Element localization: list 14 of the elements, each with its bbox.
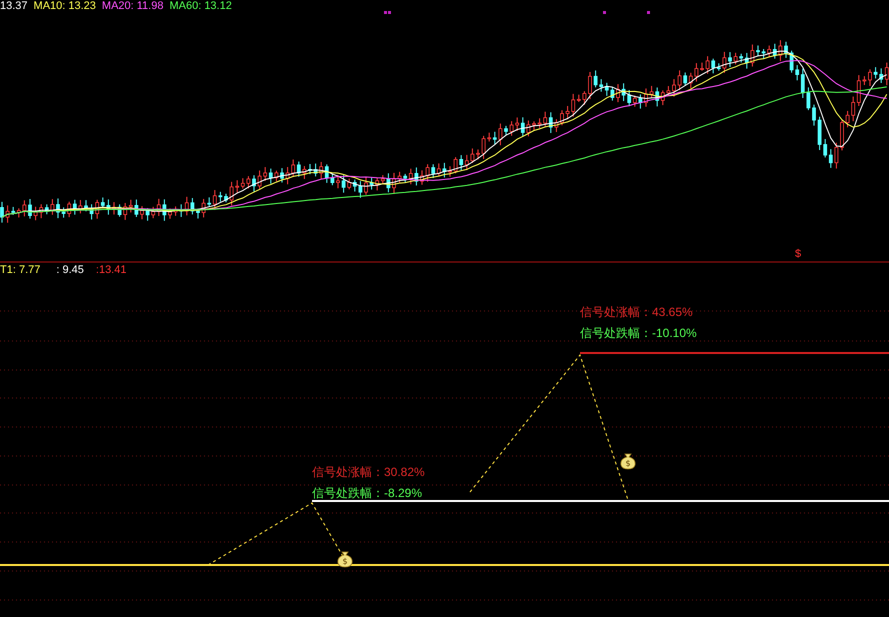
indicator-legend: 13.37: [0, 0, 28, 13]
indicator-legend: : 9.45: [56, 264, 84, 277]
indicator-legend: MA60: 13.12: [169, 0, 232, 13]
money-bag-icon: $: [338, 552, 352, 568]
indicator-legend: :13.41: [96, 264, 126, 277]
indicator-legend: T1: 7.77: [0, 264, 40, 277]
money-bag-icon: $: [620, 454, 636, 470]
indicator-legend: MA20: 11.98: [102, 0, 164, 13]
fall-label: 信号处跌幅：-8.29%: [312, 486, 424, 501]
indicator-legend: MA10: 13.23: [34, 0, 96, 13]
rise-label: 信号处涨幅：43.65%: [580, 305, 694, 320]
rise-label: 信号处涨幅：30.82%: [312, 465, 425, 480]
fall-label: 信号处跌幅：-10.10%: [580, 326, 697, 341]
signal-marker: $: [795, 248, 802, 260]
